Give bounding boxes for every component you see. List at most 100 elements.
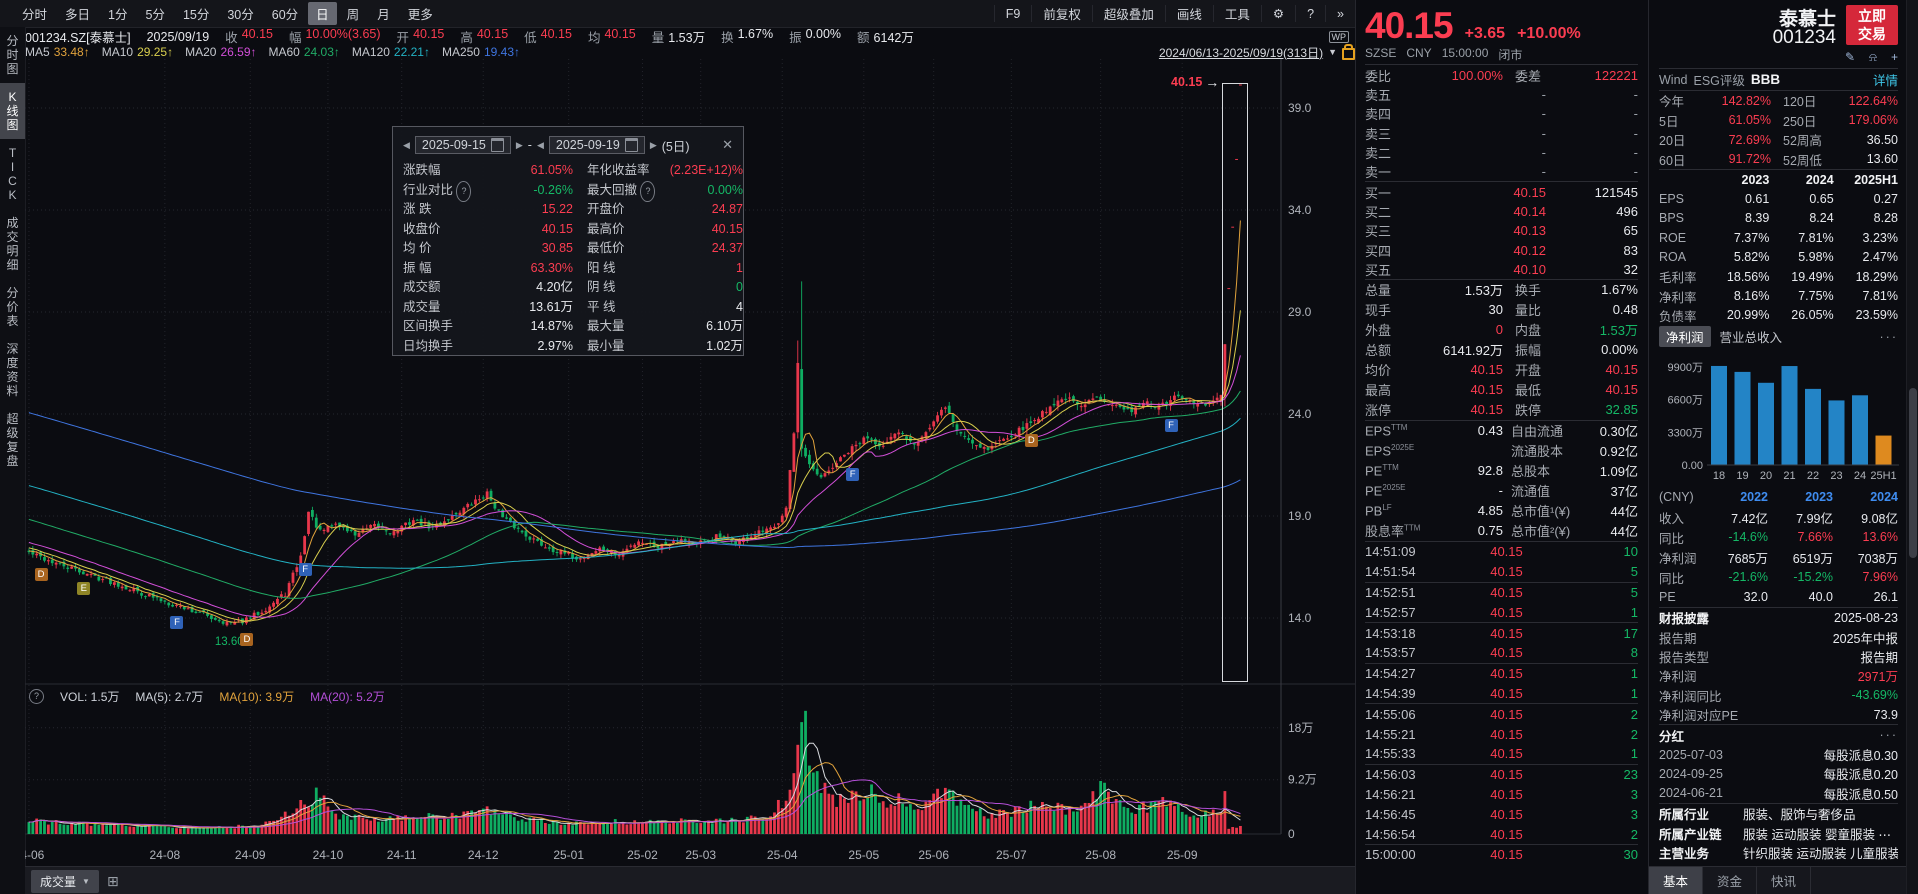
scrollbar-thumb[interactable] (1909, 388, 1917, 558)
valuation-stats: EPSTTM0.43自由流通0.30亿EPS2025E流通股本0.92亿PETT… (1365, 421, 1638, 541)
tick-row[interactable]: 14:53:5740.158 (1365, 643, 1638, 663)
tab-net-profit[interactable]: 净利润 (1659, 326, 1711, 347)
more-icon[interactable]: ··· (1880, 330, 1899, 344)
tick-row[interactable]: 14:56:5440.152 (1365, 824, 1638, 844)
perf-value: 142.82% (1697, 94, 1771, 108)
tick-list[interactable]: 14:51:0940.151014:51:5440.15514:52:5140.… (1365, 542, 1638, 865)
event-badge-F[interactable]: F (299, 563, 312, 576)
svg-text:25-07: 25-07 (996, 848, 1027, 862)
trade-now-button[interactable]: 立即 交易 (1846, 5, 1898, 45)
sidebar-item-K线图[interactable]: K线图 (0, 83, 25, 139)
period-tab-15分[interactable]: 15分 (175, 2, 217, 25)
gear-icon[interactable]: ⚙ (1261, 5, 1295, 21)
range-selection-box[interactable] (1222, 83, 1248, 682)
menu-item-画线[interactable]: 画线 (1165, 5, 1213, 21)
period-tab-更多[interactable]: 更多 (400, 2, 441, 25)
sidebar-item-分价表[interactable]: 分价表 (0, 279, 25, 335)
tick-row[interactable]: 14:54:3940.151 (1365, 684, 1638, 704)
event-badge-D[interactable]: D (1025, 434, 1038, 447)
period-tab-日[interactable]: 日 (308, 2, 337, 25)
volume-ma-legend: MA(20): 5.2万 (310, 688, 385, 705)
event-badge-D[interactable]: D (240, 633, 253, 646)
stat-row: 涨停40.15跌停32.85 (1365, 400, 1638, 420)
esg-detail-link[interactable]: 详情 (1873, 70, 1898, 89)
period-tab-5分[interactable]: 5分 (137, 2, 172, 25)
scrollbar[interactable] (1906, 0, 1918, 894)
tick-row[interactable]: 14:54:2740.151 (1365, 663, 1638, 684)
bid-qty: 83 (1546, 243, 1638, 258)
grid-layout-icon[interactable]: ⊞ (107, 873, 119, 890)
bell-icon[interactable]: ⍾ (1869, 50, 1877, 66)
fin-cell: 3.23% (1834, 231, 1898, 245)
tick-row[interactable]: 14:56:2140.153 (1365, 785, 1638, 805)
tick-row[interactable]: 14:52:5140.155 (1365, 582, 1638, 603)
close-icon[interactable]: ✕ (722, 137, 733, 153)
perf-label: 20日 (1659, 130, 1697, 149)
period-tab-月[interactable]: 月 (369, 2, 398, 25)
sidebar-item-成交明细[interactable]: 成交明细 (0, 209, 25, 279)
more-icon[interactable]: ··· (1880, 728, 1899, 742)
edit-icon[interactable]: ✎ (1845, 50, 1855, 66)
menu-item-工具[interactable]: 工具 (1213, 5, 1261, 21)
info-icon: ? (640, 181, 655, 203)
tick-row[interactable]: 14:51:0940.1510 (1365, 542, 1638, 562)
period-tab-1分[interactable]: 1分 (100, 2, 135, 25)
prev-date-icon[interactable]: ◀ (403, 140, 410, 151)
expand-icon[interactable]: » (1325, 5, 1355, 21)
tick-row[interactable]: 14:56:4540.153 (1365, 804, 1638, 824)
tab-资金[interactable]: 资金 (1703, 867, 1757, 894)
event-badge-D[interactable]: D (35, 568, 48, 581)
tick-row[interactable]: 14:56:0340.1523 (1365, 764, 1638, 785)
volume-indicator-tab[interactable]: 成交量 ▼ (31, 870, 99, 893)
tick-row[interactable]: 14:52:5740.151 (1365, 602, 1638, 622)
date-from-picker[interactable]: 2025-09-15 (415, 136, 511, 154)
next-date-icon[interactable]: ▶ (516, 140, 523, 151)
fin-cell: 8.39 (1705, 211, 1769, 225)
ask-qty: - (1546, 87, 1638, 102)
help-icon[interactable]: ? (29, 689, 44, 704)
event-badge-F[interactable]: F (846, 468, 859, 481)
period-tab-60分[interactable]: 60分 (264, 2, 306, 25)
sidebar-item-深度资料[interactable]: 深度资料 (0, 335, 25, 405)
event-badge-F[interactable]: F (1165, 419, 1178, 432)
ma-legend: MA533.48↑MA1029.25↑MA2026.59↑MA6024.03↑M… (25, 45, 520, 59)
menu-item-超级叠加[interactable]: 超级叠加 (1092, 5, 1165, 21)
add-icon[interactable]: + (1891, 50, 1898, 66)
menu-item-F9[interactable]: F9 (994, 5, 1032, 21)
period-tab-多日[interactable]: 多日 (57, 2, 98, 25)
next-date-icon[interactable]: ▶ (650, 140, 657, 151)
date-to-picker[interactable]: 2025-09-19 (549, 136, 645, 154)
kline-chart[interactable]: 39.034.029.024.019.014.018万9.2万024-0624-… (25, 59, 1355, 894)
tab-revenue[interactable]: 营业总收入 (1713, 326, 1790, 347)
tick-row[interactable]: 14:55:0640.152 (1365, 703, 1638, 724)
disclosure-label: 净利润对应PE (1659, 705, 1738, 724)
date-range-control[interactable]: 2024/06/13-2025/09/19(313日) ▼ (1159, 44, 1355, 61)
bid-qty: 65 (1546, 223, 1638, 238)
tick-row[interactable]: 14:55:2140.152 (1365, 724, 1638, 744)
tick-qty: 1 (1578, 686, 1638, 701)
tooltip-value: 14.87% (481, 317, 573, 337)
valuation-value: - (1437, 483, 1503, 498)
tick-row[interactable]: 14:55:3340.151 (1365, 744, 1638, 764)
prev-date-icon[interactable]: ◀ (537, 140, 544, 151)
wp-icon[interactable]: WP (1329, 31, 1350, 43)
event-badge-E[interactable]: E (77, 582, 90, 595)
tooltip-label: 最高价 (573, 220, 659, 240)
period-tab-30分[interactable]: 30分 (219, 2, 261, 25)
tab-快讯[interactable]: 快讯 (1757, 867, 1811, 894)
svg-text:19.0: 19.0 (1288, 509, 1312, 523)
tick-row[interactable]: 14:51:5440.155 (1365, 562, 1638, 582)
tick-row[interactable]: 15:00:0040.1530 (1365, 844, 1638, 865)
period-tab-分时[interactable]: 分时 (14, 2, 55, 25)
tick-row[interactable]: 14:53:1840.1517 (1365, 622, 1638, 643)
period-tab-周[interactable]: 周 (339, 2, 368, 25)
sidebar-item-分时图[interactable]: 分时图 (0, 27, 25, 83)
stat-label: 总量 (1365, 280, 1411, 299)
fin-table-row: ROA5.82%5.98%2.47% (1659, 248, 1898, 267)
sidebar-item-超级复盘[interactable]: 超级复盘 (0, 405, 25, 475)
help-icon[interactable]: ? (1295, 5, 1325, 21)
event-badge-F[interactable]: F (170, 616, 183, 629)
sidebar-item-TICK[interactable]: TICK (0, 139, 25, 209)
menu-item-前复权[interactable]: 前复权 (1031, 5, 1092, 21)
tab-基本[interactable]: 基本 (1649, 867, 1703, 894)
